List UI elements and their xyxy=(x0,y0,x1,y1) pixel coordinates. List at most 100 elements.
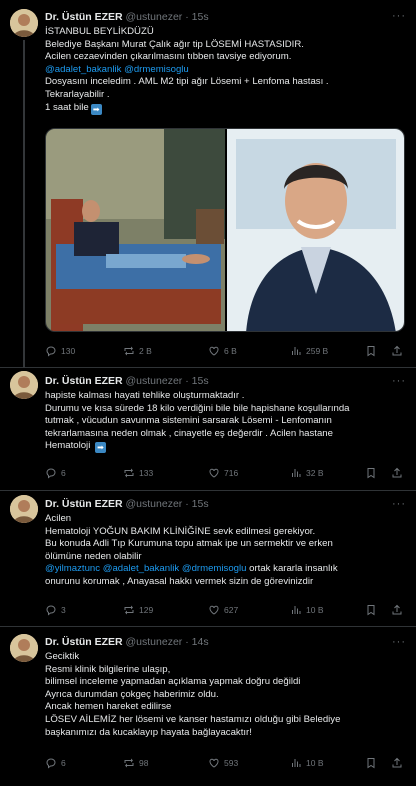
tweet[interactable]: Dr. Üstün EZER @ustunezer · 15s ··· hapi… xyxy=(0,368,416,491)
repost-button[interactable]: 2 B xyxy=(123,344,152,358)
tweet-text-line: Resmi klinik bilgilerine ulaşıp, xyxy=(45,664,407,677)
more-options-icon[interactable]: ··· xyxy=(392,10,406,23)
author-name[interactable]: Dr. Üstün EZER xyxy=(45,636,123,648)
views-count: 10 B xyxy=(306,605,324,615)
share-button[interactable] xyxy=(391,603,403,617)
heart-icon xyxy=(209,758,219,768)
author-handle[interactable]: @ustunezer xyxy=(126,498,183,510)
mention-link[interactable]: @adalet_bakanlik xyxy=(45,64,121,75)
avatar[interactable] xyxy=(10,371,38,399)
text-segment: ölümüne neden olabilir xyxy=(45,550,142,562)
text-segment: Hematoloji xyxy=(45,440,93,452)
reply-button[interactable]: 6 xyxy=(45,756,66,770)
mention-link[interactable]: @drmemisoglu xyxy=(124,64,189,75)
avatar[interactable] xyxy=(10,634,38,662)
views-button[interactable]: 10 B xyxy=(290,756,324,770)
repost-button[interactable]: 98 xyxy=(123,756,148,770)
text-segment: hapiste kalması hayati tehlike oluşturma… xyxy=(45,390,245,401)
reply-count: 6 xyxy=(61,468,66,478)
mention-link[interactable]: @yilmaztunc xyxy=(45,563,100,574)
like-button[interactable]: 716 xyxy=(208,466,238,480)
like-button[interactable]: 593 xyxy=(208,756,238,770)
like-button[interactable]: 6 B xyxy=(208,344,237,358)
tweet-text-line: onurunu korumak , Anayasal hakkı vermek … xyxy=(45,576,407,589)
timestamp[interactable]: 15s xyxy=(192,375,209,387)
author-name[interactable]: Dr. Üstün EZER xyxy=(45,375,123,387)
author-handle[interactable]: @ustunezer xyxy=(126,636,183,648)
reply-icon xyxy=(46,346,56,357)
separator: · xyxy=(185,375,189,387)
avatar[interactable] xyxy=(10,495,38,523)
views-button[interactable]: 10 B xyxy=(290,603,324,617)
avatar[interactable] xyxy=(10,9,38,37)
tweet-text-line: İSTANBUL BEYLİKDÜZÜ xyxy=(45,26,407,39)
text-segment: tutmak , vücudun savunma sistemini sarsa… xyxy=(45,415,332,427)
author-name[interactable]: Dr. Üstün EZER xyxy=(45,498,123,510)
author-name[interactable]: Dr. Üstün EZER xyxy=(45,11,123,23)
tweet-text-line: Tekrarlayabilir . xyxy=(45,89,407,102)
bookmark-icon xyxy=(367,468,375,479)
photo-right[interactable] xyxy=(227,129,405,332)
bookmark-button[interactable] xyxy=(365,466,377,480)
tweet-actions: 6 98 593 10 B xyxy=(45,756,405,770)
bookmark-button[interactable] xyxy=(365,756,377,770)
bookmark-button[interactable] xyxy=(365,603,377,617)
reply-count: 6 xyxy=(61,758,66,768)
views-icon xyxy=(292,606,301,614)
tweet[interactable]: Dr. Üstün EZER @ustunezer · 15s ··· İSTA… xyxy=(0,0,416,368)
timeline: Dr. Üstün EZER @ustunezer · 15s ··· İSTA… xyxy=(0,0,416,786)
timestamp[interactable]: 14s xyxy=(192,636,209,648)
share-button[interactable] xyxy=(391,756,403,770)
bookmark-icon xyxy=(367,346,375,357)
repost-icon xyxy=(124,468,134,478)
more-options-icon[interactable]: ··· xyxy=(392,375,406,388)
tweet-text-line: Hematoloji YOĞUN BAKIM KLİNİĞİNE sevk ed… xyxy=(45,526,407,539)
tweet-text-line: bilimsel inceleme yapmadan açıklama yapm… xyxy=(45,676,407,689)
like-button[interactable]: 627 xyxy=(208,603,238,617)
more-options-icon[interactable]: ··· xyxy=(392,636,406,649)
author-handle[interactable]: @ustunezer xyxy=(126,11,183,23)
text-segment: Ayrıca durumdan çokgeç haberimiz oldu. xyxy=(45,688,219,700)
tweet-text-line: Geciktik xyxy=(45,651,407,664)
separator: · xyxy=(185,11,189,23)
mention-link[interactable]: @drmemisoglu xyxy=(182,563,247,574)
reply-button[interactable]: 6 xyxy=(45,466,66,480)
media-grid[interactable] xyxy=(45,128,405,332)
views-button[interactable]: 32 B xyxy=(290,466,324,480)
repost-button[interactable]: 133 xyxy=(123,466,153,480)
repost-count: 2 B xyxy=(139,346,152,356)
text-segment: 1 saat bile xyxy=(45,101,89,113)
views-icon xyxy=(292,759,301,767)
tweet[interactable]: Dr. Üstün EZER @ustunezer · 15s ··· Acil… xyxy=(0,491,416,627)
timestamp[interactable]: 15s xyxy=(192,498,209,510)
tweet-text-line: tekrarlamasına neden olmak , cinayetle e… xyxy=(45,428,407,441)
photo-left[interactable] xyxy=(46,129,225,332)
arrow-right-emoji-icon: ➡ xyxy=(95,442,106,454)
text-segment: Durumu ve kısa sürede 18 kilo verdiğini … xyxy=(45,402,350,414)
tweet-text: hapiste kalması hayati tehlike oluşturma… xyxy=(45,390,407,454)
text-segment: Belediye Başkanı Murat Çalık ağır tip LÖ… xyxy=(45,38,304,50)
views-button[interactable]: 259 B xyxy=(290,344,328,358)
separator: · xyxy=(185,498,189,510)
text-segment: Geciktik xyxy=(45,651,80,662)
tweet[interactable]: Dr. Üstün EZER @ustunezer · 14s ··· Geci… xyxy=(0,627,416,786)
share-button[interactable] xyxy=(391,344,403,358)
share-button[interactable] xyxy=(391,466,403,480)
repost-icon xyxy=(124,346,134,356)
bookmark-button[interactable] xyxy=(365,344,377,358)
reply-icon xyxy=(46,468,56,479)
reply-button[interactable]: 130 xyxy=(45,344,75,358)
heart-icon xyxy=(209,605,219,615)
mention-link[interactable]: @adalet_bakanlik xyxy=(103,563,179,574)
tweet-text-line: tutmak , vücudun savunma sistemini sarsa… xyxy=(45,415,407,428)
text-segment: tekrarlamasına neden olmak , cinayetle e… xyxy=(45,427,333,439)
more-options-icon[interactable]: ··· xyxy=(392,498,406,511)
views-icon xyxy=(292,347,301,355)
author-handle[interactable]: @ustunezer xyxy=(126,375,183,387)
like-count: 6 B xyxy=(224,346,237,356)
tweet-text: Acilen Hematoloji YOĞUN BAKIM KLİNİĞİNE s… xyxy=(45,513,407,589)
timestamp[interactable]: 15s xyxy=(192,11,209,23)
repost-button[interactable]: 129 xyxy=(123,603,153,617)
reply-button[interactable]: 3 xyxy=(45,603,66,617)
repost-icon xyxy=(124,758,134,768)
